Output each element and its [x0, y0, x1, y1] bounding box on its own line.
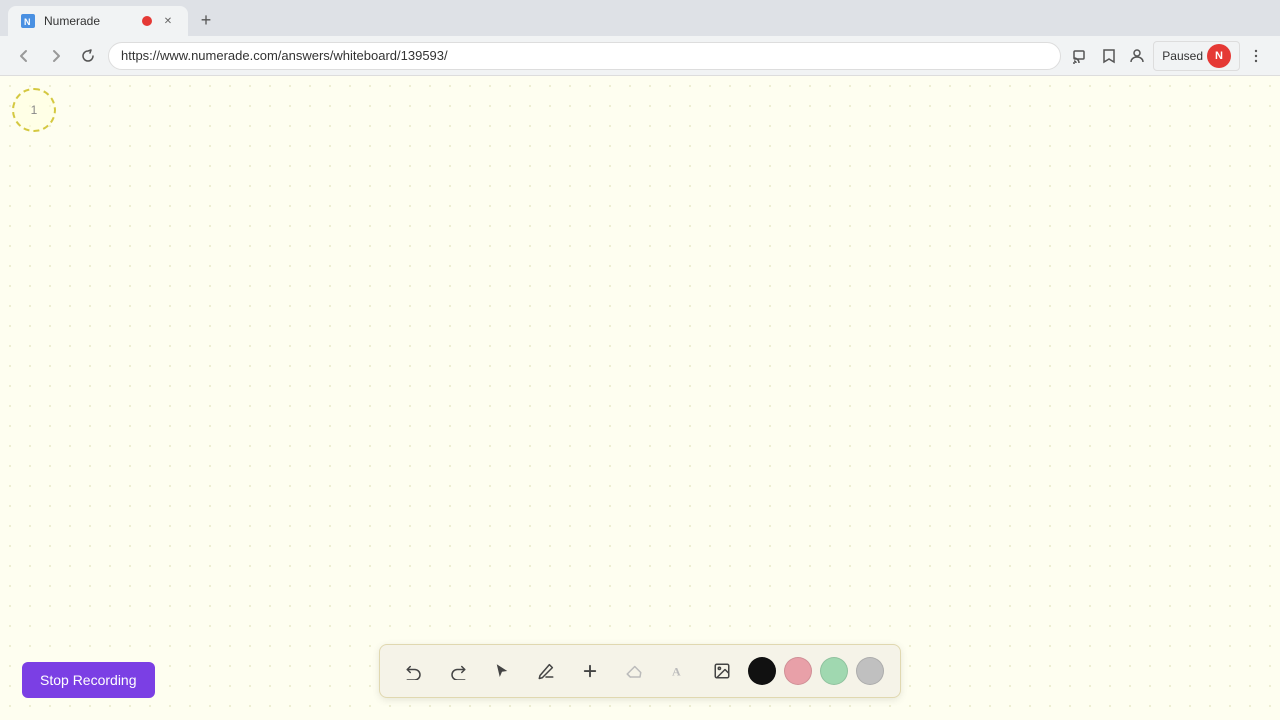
- color-gray[interactable]: [856, 657, 884, 685]
- stop-recording-button[interactable]: Stop Recording: [22, 662, 155, 698]
- cast-button[interactable]: [1069, 44, 1093, 68]
- svg-text:N: N: [24, 17, 31, 27]
- recording-dot: [142, 16, 152, 26]
- bookmark-button[interactable]: [1097, 44, 1121, 68]
- toolbar-right: Paused N: [1069, 41, 1268, 71]
- image-tool-button[interactable]: [704, 653, 740, 689]
- refresh-button[interactable]: [76, 44, 100, 68]
- active-tab[interactable]: N Numerade ✕: [8, 6, 188, 36]
- address-bar: Paused N: [0, 36, 1280, 76]
- tab-close-button[interactable]: ✕: [160, 13, 176, 29]
- page-indicator: 1: [12, 88, 56, 132]
- page-number: 1: [31, 103, 38, 117]
- color-mint[interactable]: [820, 657, 848, 685]
- eraser-button[interactable]: [616, 653, 652, 689]
- profile-avatar: N: [1207, 44, 1231, 68]
- profile-icon-btn[interactable]: [1125, 44, 1149, 68]
- select-tool-button[interactable]: [484, 653, 520, 689]
- address-input[interactable]: [108, 42, 1061, 70]
- new-tab-button[interactable]: +: [192, 6, 220, 34]
- svg-text:A: A: [672, 665, 681, 679]
- add-button[interactable]: [572, 653, 608, 689]
- color-pink[interactable]: [784, 657, 812, 685]
- paused-badge: Paused N: [1153, 41, 1240, 71]
- browser-frame: N Numerade ✕ +: [0, 0, 1280, 720]
- forward-button[interactable]: [44, 44, 68, 68]
- menu-button[interactable]: [1244, 44, 1268, 68]
- color-black[interactable]: [748, 657, 776, 685]
- tab-favicon: N: [20, 13, 36, 29]
- redo-button[interactable]: [440, 653, 476, 689]
- paused-label: Paused: [1162, 49, 1203, 63]
- back-button[interactable]: [12, 44, 36, 68]
- undo-button[interactable]: [396, 653, 432, 689]
- tab-title: Numerade: [44, 14, 134, 28]
- pen-tool-button[interactable]: [528, 653, 564, 689]
- text-tool-button[interactable]: A: [660, 653, 696, 689]
- tab-bar: N Numerade ✕ +: [0, 0, 1280, 36]
- bottom-toolbar: A: [379, 644, 901, 698]
- whiteboard-area[interactable]: 1 Stop Recording: [0, 76, 1280, 720]
